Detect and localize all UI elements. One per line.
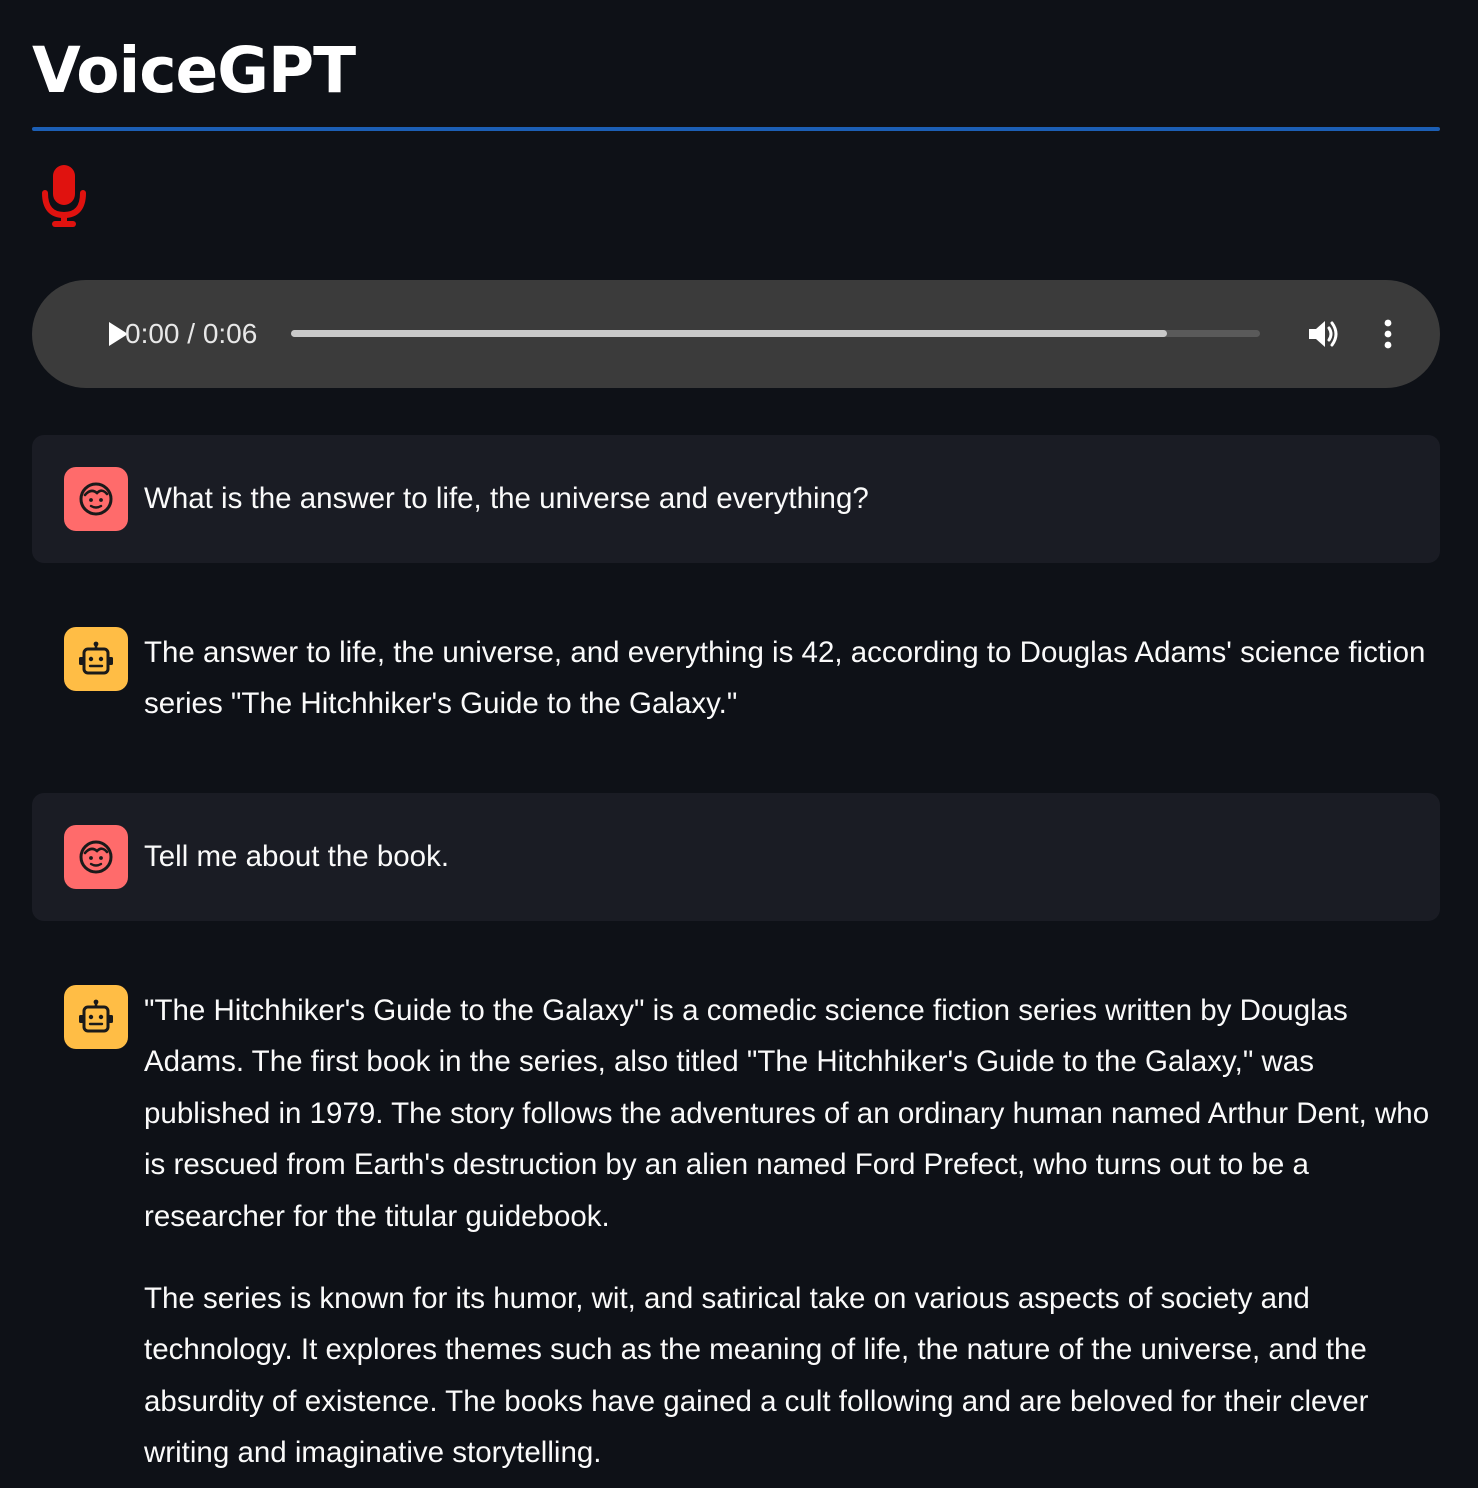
assistant-avatar — [64, 985, 128, 1049]
more-options-button[interactable] — [1372, 314, 1404, 354]
assistant-avatar — [64, 627, 128, 691]
robot-icon — [79, 641, 113, 675]
message-content: The answer to life, the universe, and ev… — [144, 627, 1444, 730]
message-paragraph: The answer to life, the universe, and ev… — [144, 636, 1426, 721]
message-content: What is the answer to life, the universe… — [144, 473, 1444, 524]
chat-message-user: What is the answer to life, the universe… — [32, 435, 1440, 563]
message-paragraph: "The Hitchhiker's Guide to the Galaxy" i… — [144, 994, 1430, 1233]
time-display: 0:00 / 0:06 — [125, 318, 258, 349]
app-page: VoiceGPT 0:00 / 0:06 What is the answer … — [0, 0, 1478, 1488]
record-button[interactable] — [32, 160, 96, 232]
chat-message-assistant: "The Hitchhiker's Guide to the Galaxy" i… — [32, 953, 1440, 1483]
volume-icon — [1309, 321, 1338, 347]
audio-player: 0:00 / 0:06 — [32, 280, 1440, 388]
title-divider — [32, 127, 1440, 131]
message-content: "The Hitchhiker's Guide to the Galaxy" i… — [144, 985, 1444, 1479]
message-paragraph: What is the answer to life, the universe… — [144, 482, 869, 515]
user-face-icon — [79, 482, 113, 516]
message-paragraph: Tell me about the book. — [144, 840, 450, 873]
chat-message-assistant: The answer to life, the universe, and ev… — [32, 595, 1440, 755]
volume-button[interactable] — [1304, 314, 1344, 354]
message-paragraph: The series is known for its humor, wit, … — [144, 1282, 1369, 1470]
message-content: Tell me about the book. — [144, 831, 1444, 882]
user-face-icon — [79, 840, 113, 874]
user-avatar — [64, 467, 128, 531]
progress-buffered — [291, 330, 1167, 337]
page-title: VoiceGPT — [32, 34, 356, 107]
progress-slider[interactable] — [291, 330, 1260, 337]
chat-message-user: Tell me about the book. — [32, 793, 1440, 921]
more-vertical-icon — [1384, 319, 1392, 349]
robot-icon — [79, 999, 113, 1033]
user-avatar — [64, 825, 128, 889]
microphone-icon — [42, 165, 86, 227]
